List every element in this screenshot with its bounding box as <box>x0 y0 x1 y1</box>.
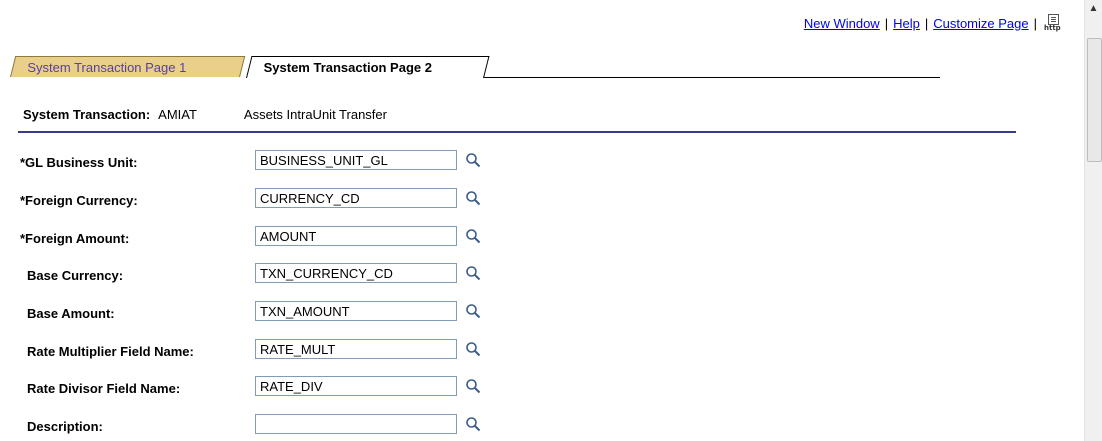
magnifier-icon[interactable] <box>465 303 481 319</box>
rate-multiplier-row: Rate Multiplier Field Name: RATE_MULT <box>0 339 600 363</box>
base-currency-label: Base Currency: <box>27 268 124 283</box>
foreign-currency-row: *Foreign Currency: CURRENCY_CD <box>0 188 600 212</box>
magnifier-icon[interactable] <box>465 152 481 168</box>
base-amount-row: Base Amount: TXN_AMOUNT <box>0 301 600 325</box>
rate-divisor-label: Rate Divisor Field Name: <box>27 381 181 396</box>
new-window-link[interactable]: New Window <box>804 16 880 31</box>
help-link[interactable]: Help <box>893 16 920 31</box>
description-row: Description: <box>0 414 600 438</box>
magnifier-icon[interactable] <box>465 265 481 281</box>
http-page-icon[interactable]: http <box>1044 13 1062 33</box>
tab-system-transaction-page-2[interactable]: System Transaction Page 2 <box>246 56 490 78</box>
gl-business-unit-label: *GL Business Unit: <box>20 155 138 170</box>
base-amount-field[interactable]: TXN_AMOUNT <box>255 301 457 321</box>
foreign-amount-field[interactable]: AMOUNT <box>255 226 457 246</box>
gl-business-unit-row: *GL Business Unit: BUSINESS_UNIT_GL <box>0 150 600 174</box>
rate-multiplier-label: Rate Multiplier Field Name: <box>27 344 194 359</box>
magnifier-icon[interactable] <box>465 378 481 394</box>
magnifier-icon[interactable] <box>465 341 481 357</box>
rate-divisor-row: Rate Divisor Field Name: RATE_DIV <box>0 376 600 400</box>
link-separator: | <box>884 15 889 31</box>
foreign-currency-field[interactable]: CURRENCY_CD <box>255 188 457 208</box>
magnifier-icon[interactable] <box>465 190 481 206</box>
scroll-up-arrow-icon[interactable]: ▲ <box>1085 0 1102 17</box>
transaction-label: System Transaction: <box>23 107 151 122</box>
link-separator: | <box>1033 15 1037 31</box>
base-currency-field[interactable]: TXN_CURRENCY_CD <box>255 263 457 283</box>
page-tabs: System Transaction Page 1 System Transac… <box>10 56 940 78</box>
transaction-code: AMIAT <box>158 107 197 122</box>
gl-business-unit-field[interactable]: BUSINESS_UNIT_GL <box>255 150 457 170</box>
link-separator: | <box>924 15 929 31</box>
tab-label: System Transaction Page 2 <box>263 60 432 75</box>
header-divider <box>18 131 1016 133</box>
tab-system-transaction-page-1[interactable]: System Transaction Page 1 <box>10 56 246 77</box>
description-field[interactable] <box>255 414 457 434</box>
magnifier-icon[interactable] <box>465 228 481 244</box>
foreign-currency-label: *Foreign Currency: <box>20 193 138 208</box>
transaction-header: System Transaction: AMIAT Assets IntraUn… <box>23 107 387 122</box>
magnifier-icon[interactable] <box>465 416 481 432</box>
foreign-amount-label: *Foreign Amount: <box>20 231 130 246</box>
top-links: New Window | Help | Customize Page | htt… <box>804 13 1062 33</box>
rate-divisor-field[interactable]: RATE_DIV <box>255 376 457 396</box>
base-amount-label: Base Amount: <box>27 306 115 321</box>
foreign-amount-row: *Foreign Amount: AMOUNT <box>0 226 600 250</box>
base-currency-row: Base Currency: TXN_CURRENCY_CD <box>0 263 600 287</box>
scroll-thumb[interactable] <box>1087 38 1102 162</box>
rate-multiplier-field[interactable]: RATE_MULT <box>255 339 457 359</box>
description-label: Description: <box>27 419 103 434</box>
vertical-scrollbar[interactable]: ▲ <box>1084 0 1102 441</box>
tab-label: System Transaction Page 1 <box>27 59 187 75</box>
customize-page-link[interactable]: Customize Page <box>933 16 1028 31</box>
transaction-description: Assets IntraUnit Transfer <box>243 107 387 122</box>
